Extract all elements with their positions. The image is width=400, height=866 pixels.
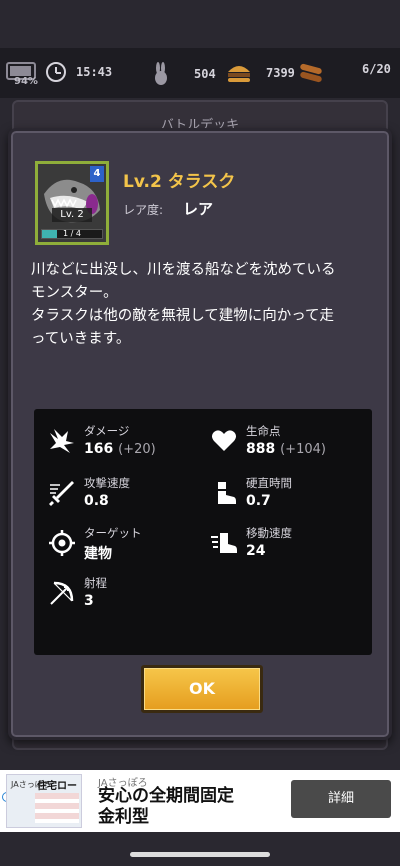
resource-bar: 94% 15:43 504 7399 6/20 [0,48,400,98]
slots-counter: 6/20 [362,62,391,76]
stat-range: 射程 3 [48,575,198,615]
stat-damage-label: ダメージ [84,424,130,438]
stat-attack-speed: 攻撃速度 0.8 [48,475,198,515]
stat-stun-time: 硬直時間 0.7 [210,475,360,515]
stat-move-speed: 移動速度 24 [210,525,360,565]
food-count: 7399 [266,66,295,80]
wood-resource[interactable] [300,62,326,84]
card-name: Lv.2 タラスク [123,172,236,192]
level-tag: Lv. 2 [52,208,92,222]
home-indicator[interactable] [130,852,270,857]
xp-text: 1 / 4 [63,229,81,238]
burger-icon [228,66,250,82]
battery-fill [10,66,31,76]
timer-value: 15:43 [76,65,113,79]
stat-range-value: 3 [84,593,94,609]
stat-damage: ダメージ 166 (+20) [48,423,198,463]
slots-value: 6/20 [362,62,391,76]
rarity-label: レア度: [123,203,164,217]
ad-details-button[interactable]: 詳細 [291,780,391,818]
bow-icon [50,581,74,605]
logs-icon [300,63,322,83]
rabbit-count: 504 [194,67,216,81]
level-badge: 4 [90,166,104,182]
running-boot-icon [211,533,237,553]
stats-panel: ダメージ 166 (+20) 生命点 888 (+104) 攻撃速度 0.8 硬… [34,409,372,655]
food-resource[interactable]: 7399 [226,62,295,84]
sword-speed-icon [49,481,74,506]
timer: 15:43 [46,62,112,82]
rarity-value: レア [183,200,214,218]
stat-move-speed-label: 移動速度 [246,526,292,540]
xp-bar: 1 / 4 [41,229,103,239]
ad-thumbnail[interactable]: JAさっぽろ 住宅ローン [6,774,82,828]
stat-hp-label: 生命点 [246,424,281,438]
stat-stun-time-value: 0.7 [246,493,271,509]
stat-attack-speed-label: 攻撃速度 [84,476,130,490]
stat-target-value: 建物 [84,546,112,562]
stat-hp-value: 888 (+104) [246,441,326,457]
damage-burst-icon [50,429,74,453]
card-detail-dialog: 4 Lv. 2 1 / 4 Lv.2 タラスク レア度: レア 川などに出没し、… [8,128,392,740]
stat-target-label: ターゲット [84,526,142,540]
stat-target: ターゲット 建物 [48,525,198,565]
stat-move-speed-value: 24 [246,543,266,559]
stat-hp: 生命点 888 (+104) [210,423,360,463]
heart-icon [212,430,236,451]
rabbit-resource[interactable]: 504 [150,62,216,86]
rabbit-icon [155,62,167,85]
ad-headline: 安心の全期間固定 金利型 [98,786,234,827]
stat-damage-value: 166 (+20) [84,441,156,457]
ad-thumb-graphic [35,793,79,823]
battery-percent: 94% [14,76,38,87]
stat-range-label: 射程 [84,576,107,590]
ok-button[interactable]: OK [141,665,263,713]
crosshair-icon [49,530,75,556]
battery-indicator: 94% [6,62,38,87]
stat-hp-bonus: (+104) [280,442,326,457]
boot-icon [218,482,236,504]
stat-attack-speed-value: 0.8 [84,493,109,509]
card-description: 川などに出没し、川を渡る船などを沈めている モンスター。 タラスクは他の敵を無視… [31,262,336,347]
ad-banner[interactable]: i JAさっぽろ 住宅ローン JAさっぽろ 安心の全期間固定 金利型 詳細 [0,770,400,832]
clock-icon [46,62,66,82]
card-portrait: 4 Lv. 2 1 / 4 [35,161,109,245]
stat-stun-time-label: 硬直時間 [246,476,292,490]
stat-damage-bonus: (+20) [118,442,156,457]
